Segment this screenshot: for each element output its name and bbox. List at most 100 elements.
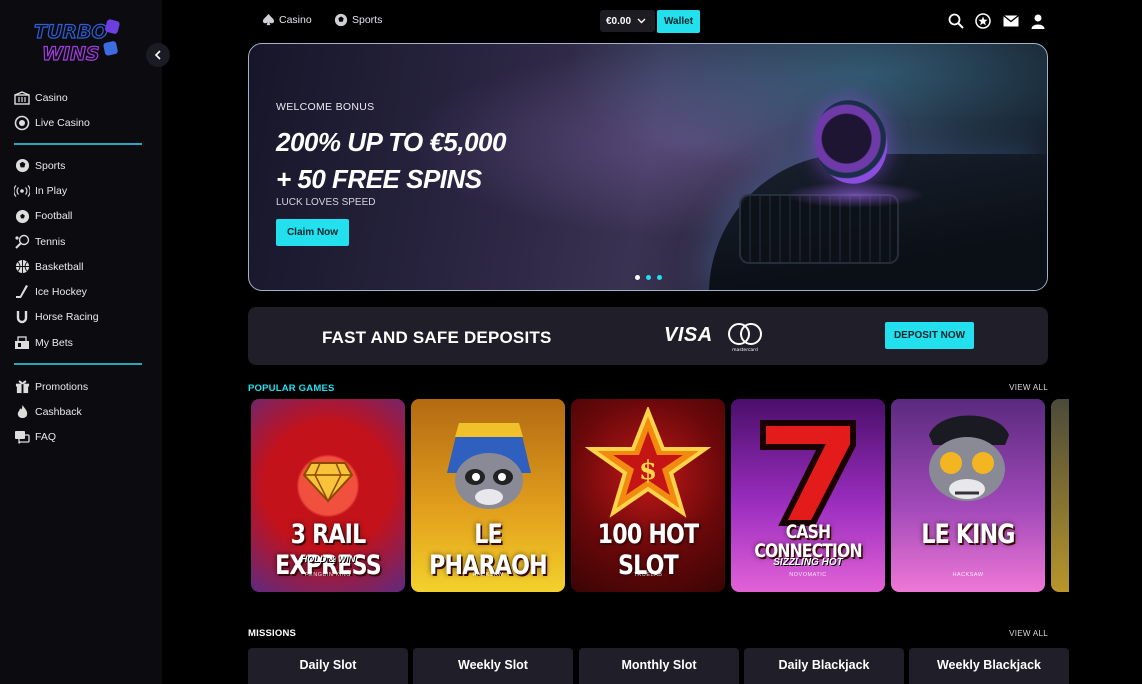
banner-kicker: WELCOME BONUS <box>276 101 375 113</box>
popular-view-all-link[interactable]: VIEW ALL <box>1009 383 1048 392</box>
user-icon[interactable] <box>1029 12 1047 30</box>
sidebar-item-sports[interactable]: Sports <box>14 153 144 178</box>
top-bar: Casino Sports €0.00 Wallet <box>248 8 1048 35</box>
tennis-icon <box>14 234 30 250</box>
game-title: CASH CONNECTION <box>754 521 862 562</box>
sidebar-item-label: Tennis <box>35 235 66 248</box>
sidebar-item-label: Live Casino <box>35 116 90 129</box>
game-card-partial[interactable] <box>1051 399 1069 592</box>
sidebar-divider <box>14 143 142 145</box>
rewards-icon[interactable] <box>974 12 992 30</box>
sidebar-divider <box>14 363 142 365</box>
game-card[interactable]: 3 RAIL EXPRESS HOLD & WIN PENGUIN KING <box>251 399 405 592</box>
banner-headline-line1: 200% UP TO €5,000 <box>276 127 506 157</box>
banner-glow <box>785 182 925 208</box>
sidebar-item-label: Football <box>35 210 73 223</box>
missions-view-all-link[interactable]: VIEW ALL <box>1009 629 1048 638</box>
mission-tab-weekly-blackjack[interactable]: Weekly Blackjack <box>909 648 1069 684</box>
star-icon: $ <box>585 407 711 518</box>
nav-group-sports: Sports In Play Football Tennis Basketbal… <box>14 153 144 355</box>
nav-group-casino: Casino Live Casino <box>14 85 144 136</box>
mission-tab-monthly-slot[interactable]: Monthly Slot <box>579 648 739 684</box>
popular-games-title: POPULAR GAMES <box>248 383 335 394</box>
sidebar-item-promotions[interactable]: Promotions <box>14 374 144 399</box>
wallet-button[interactable]: Wallet <box>657 10 700 33</box>
turbo-wins-logo[interactable]: TURBO WINS <box>32 16 124 66</box>
carousel-dot-3[interactable] <box>657 275 662 280</box>
missions-row: Daily Slot Weekly Slot Monthly Slot Dail… <box>248 648 1069 684</box>
deposits-title: FAST AND SAFE DEPOSITS <box>322 328 552 347</box>
soccer-ball-icon <box>14 158 30 174</box>
gift-icon <box>14 379 30 395</box>
deposits-strip: FAST AND SAFE DEPOSITS VISA mastercard D… <box>248 307 1048 365</box>
sidebar-item-label: Basketball <box>35 260 84 273</box>
sidebar-item-basketball[interactable]: Basketball <box>14 254 144 279</box>
mission-tab-daily-blackjack[interactable]: Daily Blackjack <box>744 648 904 684</box>
hockey-stick-icon <box>14 284 30 300</box>
raccoon-king-character <box>929 415 1009 501</box>
game-card[interactable]: $ 100 HOT SLOT TRUELAB <box>571 399 725 592</box>
mail-icon[interactable] <box>1002 12 1020 30</box>
sidebar: TURBO WINS Casino Live Casino Sports In … <box>0 0 170 684</box>
flame-icon <box>14 404 30 420</box>
sidebar-item-faq[interactable]: FAQ <box>14 425 144 450</box>
sidebar-item-football[interactable]: Football <box>14 204 144 229</box>
game-card[interactable]: LE KING HACKSAW <box>891 399 1045 592</box>
mission-tab-daily-slot[interactable]: Daily Slot <box>248 648 408 684</box>
claim-now-button[interactable]: Claim Now <box>276 219 349 246</box>
mastercard-logo: mastercard <box>728 323 762 353</box>
top-nav-sports[interactable]: Sports <box>334 13 382 27</box>
sidebar-item-label: My Bets <box>35 336 73 349</box>
sidebar-item-label: Promotions <box>35 380 89 393</box>
balance-value: €0.00 <box>606 15 632 27</box>
game-provider: NOVOMATIC <box>789 572 827 578</box>
logo-line2: WINS <box>42 43 100 65</box>
diamond-icon <box>303 462 353 503</box>
search-icon[interactable] <box>947 12 965 30</box>
sidebar-item-tennis[interactable]: Tennis <box>14 229 144 254</box>
casino-icon <box>14 90 30 106</box>
banner-headline-line2: + 50 FREE SPINS <box>276 164 482 194</box>
top-nav-casino[interactable]: Casino <box>262 13 312 26</box>
carousel-dot-1[interactable] <box>635 275 640 280</box>
balance-dropdown[interactable]: €0.00 <box>600 10 655 32</box>
sidebar-item-label: Horse Racing <box>35 311 99 324</box>
carousel-dots <box>635 275 662 280</box>
deposit-now-button[interactable]: DEPOSIT NOW <box>885 322 974 349</box>
game-provider: PENGUIN KING <box>304 572 352 578</box>
top-nav-casino-label: Casino <box>279 13 312 26</box>
banner-subtitle: LUCK LOVES SPEED <box>276 197 376 208</box>
sidebar-item-cashback[interactable]: Cashback <box>14 399 144 424</box>
logo-line1: TURBO <box>34 21 108 43</box>
broadcast-icon <box>14 183 30 199</box>
chevron-down-icon <box>637 18 646 24</box>
sidebar-item-horse-racing[interactable]: Horse Racing <box>14 305 144 330</box>
game-card[interactable]: CASH CONNECTION SIZZLING HOT NOVOMATIC <box>731 399 885 592</box>
game-provider: TRUELAB <box>633 572 663 578</box>
mastercard-wordmark: mastercard <box>732 347 758 353</box>
sidebar-item-label: Ice Hockey <box>35 286 87 299</box>
seven-icon <box>760 420 856 526</box>
nav-group-extras: Promotions Cashback FAQ <box>14 374 144 450</box>
sidebar-item-in-play[interactable]: In Play <box>14 178 144 203</box>
missions-title: MISSIONS <box>248 628 297 639</box>
sidebar-item-my-bets[interactable]: My Bets <box>14 330 144 355</box>
game-subtitle: SIZZLING HOT <box>773 557 843 568</box>
carousel-dot-2[interactable] <box>646 275 651 280</box>
sidebar-item-casino[interactable]: Casino <box>14 85 144 110</box>
sidebar-item-label: Sports <box>35 159 66 172</box>
collapse-sidebar-button[interactable] <box>146 43 170 67</box>
sidebar-item-live-casino[interactable]: Live Casino <box>14 110 144 135</box>
mission-tab-weekly-slot[interactable]: Weekly Slot <box>413 648 573 684</box>
game-provider: HACKSAW <box>952 572 984 578</box>
chat-icon <box>14 429 30 445</box>
basketball-icon <box>14 259 30 275</box>
game-card[interactable]: LE PHARAOH HACKSAW <box>411 399 565 592</box>
welcome-bonus-banner[interactable]: WELCOME BONUS 200% UP TO €5,000 + 50 FRE… <box>248 43 1048 291</box>
top-nav-sports-label: Sports <box>352 14 383 26</box>
sidebar-item-ice-hockey[interactable]: Ice Hockey <box>14 279 144 304</box>
raccoon-pharaoh-character <box>447 423 531 509</box>
svg-text:$: $ <box>639 456 657 486</box>
bets-icon <box>14 335 30 351</box>
popular-games-row: 3 RAIL EXPRESS HOLD & WIN PENGUIN KING L… <box>251 399 1069 592</box>
